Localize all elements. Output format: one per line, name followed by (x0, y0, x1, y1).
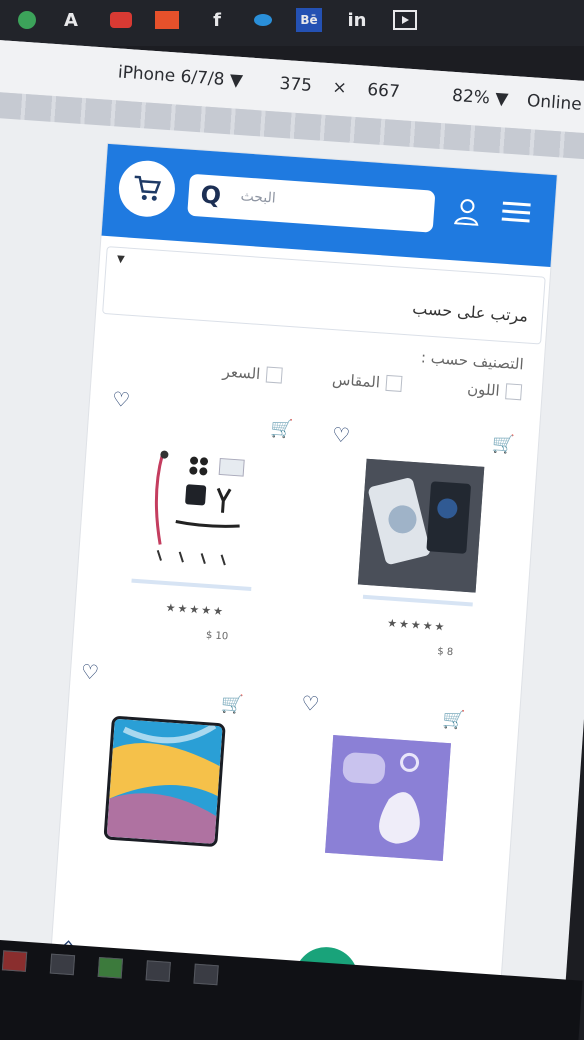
whatsapp-icon[interactable] (14, 8, 40, 32)
search-placeholder: البحث (240, 188, 277, 207)
product-price: $ 10 (205, 629, 229, 643)
device-select[interactable]: iPhone 6/7/8 ▼ (117, 62, 243, 91)
user-icon[interactable] (453, 196, 481, 232)
add-to-cart-icon[interactable]: 🛒 (491, 433, 515, 456)
photos-app-icon[interactable] (145, 960, 171, 982)
heart-icon[interactable]: ♡ (111, 387, 131, 412)
filter-title: التصنيف حسب : (420, 348, 525, 374)
add-to-cart-icon[interactable]: 🛒 (220, 693, 244, 716)
filter-size-label: المقاس (331, 370, 381, 392)
product-card[interactable]: ♡ 🛒 (291, 691, 506, 913)
browser-bookmarks-bar: A f in Bē (0, 0, 584, 46)
youtube-icon[interactable] (108, 8, 134, 32)
cart-button[interactable] (117, 158, 177, 219)
search-icon[interactable]: Q (200, 181, 222, 210)
add-to-cart-icon[interactable]: 🛒 (270, 418, 294, 441)
menu-icon[interactable] (501, 200, 531, 232)
filter-color-label: اللون (466, 379, 501, 400)
linkedin-icon[interactable]: in (344, 8, 370, 32)
viewport-height[interactable]: 667 (367, 80, 401, 102)
checkbox[interactable] (505, 383, 523, 401)
soundcloud-icon[interactable] (154, 8, 180, 32)
app-header: Q البحث (101, 143, 557, 268)
product-price: $ 8 (436, 646, 454, 659)
zoom-select[interactable]: 82% ▼ (451, 86, 509, 110)
dimension-separator: × (331, 77, 348, 99)
chevron-down-icon: ▼ (116, 253, 125, 266)
product-name-placeholder (131, 578, 252, 591)
product-image[interactable] (325, 735, 451, 861)
video-icon[interactable] (392, 8, 418, 32)
mobile-viewport: Q البحث ▼ مرتب على حسب التصنيف حسب : الل… (47, 143, 557, 1034)
checkbox[interactable] (385, 374, 403, 392)
product-card[interactable]: ♡ 🛒 ★★★★★ $ 10 (86, 387, 304, 664)
product-card[interactable]: ♡ 🛒 (70, 659, 284, 898)
xd-app-icon[interactable] (1, 950, 28, 972)
network-select[interactable]: Online ▼ (526, 91, 584, 116)
files-app-icon[interactable] (193, 963, 219, 986)
filter-price[interactable]: السعر (222, 362, 283, 384)
filter-price-label: السعر (222, 362, 261, 384)
heart-icon[interactable]: ♡ (80, 659, 100, 684)
heart-icon[interactable]: ♡ (331, 422, 351, 447)
product-name-placeholder (362, 594, 473, 607)
behance-icon[interactable]: Bē (296, 8, 322, 32)
checkbox[interactable] (265, 366, 283, 384)
twitter-icon[interactable] (250, 8, 276, 32)
facebook-icon[interactable]: f (204, 8, 230, 32)
acrobat-icon[interactable]: A (58, 8, 84, 32)
heart-icon[interactable]: ♡ (301, 691, 321, 716)
photo-of-monitor: A f in Bē iPhone 6/7/8 ▼ 375 × 667 82% ▼… (0, 0, 584, 1040)
product-image[interactable] (103, 715, 226, 848)
viewport-width[interactable]: 375 (279, 74, 313, 96)
filter-color[interactable]: اللون (467, 380, 523, 402)
filter-size[interactable]: المقاس (332, 370, 403, 393)
add-to-cart-icon[interactable]: 🛒 (442, 709, 466, 732)
illustrator-app-icon[interactable] (49, 953, 76, 976)
sort-label: مرتب على حسب (411, 298, 529, 326)
search-input[interactable]: Q البحث (187, 173, 436, 233)
product-rating: ★★★★★ (386, 616, 447, 634)
product-card[interactable]: ♡ 🛒 ★★★★★ $ 8 (308, 415, 526, 680)
cart-icon (134, 175, 162, 201)
browser-window: iPhone 6/7/8 ▼ 375 × 667 82% ▼ Online ▼ … (0, 38, 584, 1040)
chrome-app-icon[interactable] (97, 956, 124, 979)
product-rating: ★★★★★ (165, 601, 226, 619)
product-image[interactable] (357, 458, 485, 593)
product-image[interactable] (132, 433, 261, 581)
